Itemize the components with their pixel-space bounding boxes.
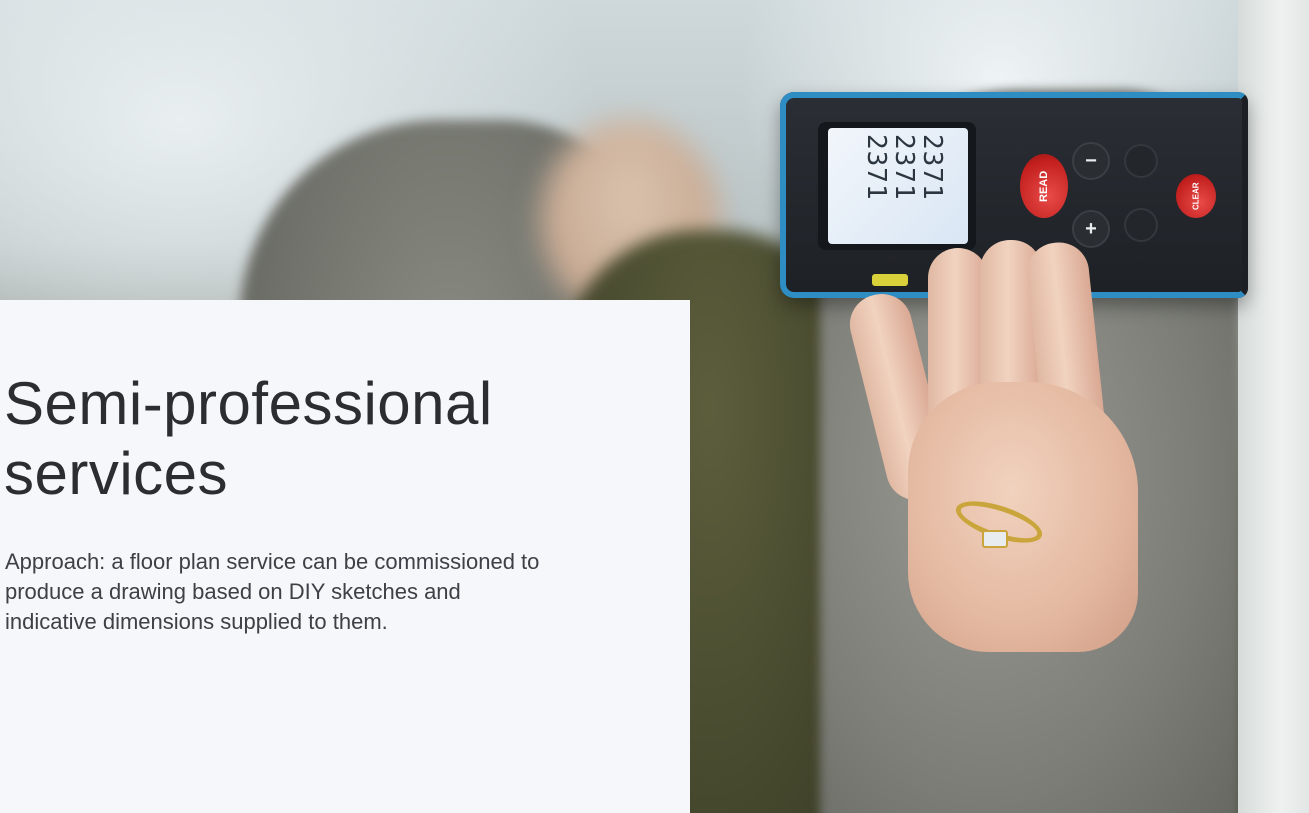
lcd-screen: 2371 2371 2371 <box>828 128 968 244</box>
clear-button: CLEAR <box>1176 174 1216 218</box>
read-button: READ <box>1020 154 1068 218</box>
ring-stone <box>982 530 1008 548</box>
page-title: Semi-professional services <box>4 369 684 509</box>
page-title-line1: Semi-professional <box>4 370 493 437</box>
wall-edge <box>1238 0 1309 813</box>
content-panel: Semi-professional services Approach: a f… <box>0 300 690 813</box>
lcd-row: 2371 <box>917 134 947 201</box>
minus-button: − <box>1072 142 1110 180</box>
lcd-row: 2371 <box>889 134 919 201</box>
device-button <box>1124 144 1158 178</box>
lcd-row: 2371 <box>861 134 891 201</box>
hand <box>843 232 1208 652</box>
description-text: Approach: a floor plan service can be co… <box>5 549 540 634</box>
lcd-digits: 2371 2371 2371 <box>846 134 947 244</box>
page-title-line2: services <box>4 440 229 507</box>
